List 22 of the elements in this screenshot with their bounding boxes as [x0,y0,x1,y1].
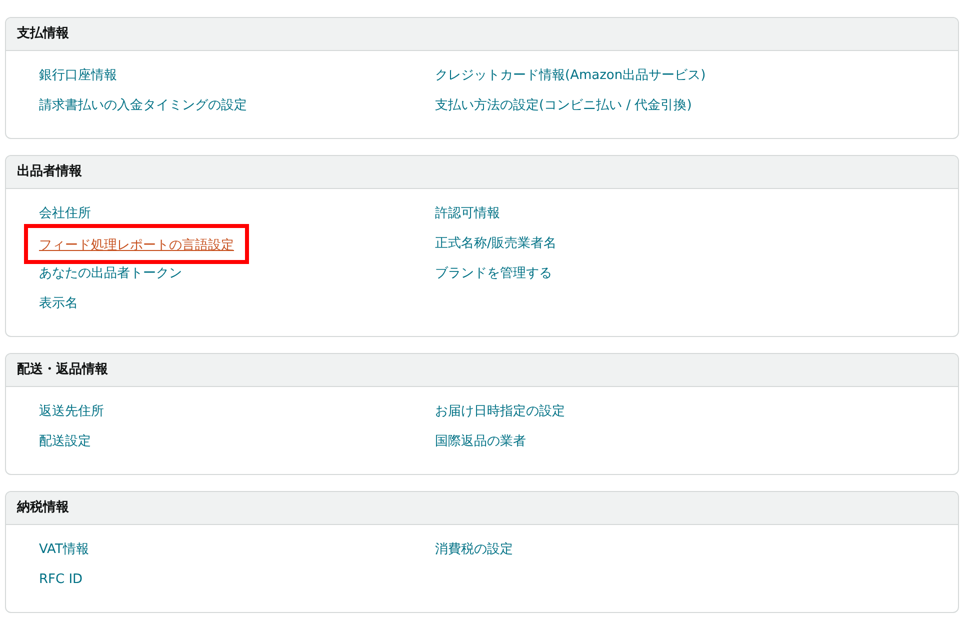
settings-link[interactable]: 請求書払いの入金タイミングの設定 [39,96,247,116]
section-title: 納税情報 [17,499,69,518]
settings-link[interactable]: 表示名 [39,294,78,314]
settings-link[interactable]: フィード処理レポートの言語設定 [39,238,234,253]
settings-link[interactable]: ブランドを管理する [435,264,552,284]
settings-link[interactable]: 支払い方法の設定(コンビニ払い / 代金引換) [435,96,692,116]
settings-link[interactable]: 国際返品の業者 [435,432,526,452]
settings-link[interactable]: 正式名称/販売業者名 [435,234,556,254]
settings-link[interactable]: VAT情報 [39,540,89,560]
section-title: 出品者情報 [17,163,82,182]
settings-link[interactable]: 会社住所 [39,204,91,224]
settings-link[interactable]: RFC ID [39,570,83,590]
settings-link[interactable]: 配送設定 [39,432,91,452]
section-title: 配送・返品情報 [17,360,108,380]
settings-link[interactable]: 消費税の設定 [435,540,513,560]
settings-link[interactable]: 許認可情報 [435,204,500,224]
section-title: 支払情報 [17,25,69,44]
settings-link[interactable]: クレジットカード情報(Amazon出品サービス) [435,66,706,86]
settings-link[interactable]: あなたの出品者トークン [39,264,182,284]
settings-link[interactable]: 返送先住所 [39,402,104,422]
settings-link[interactable]: 銀行口座情報 [39,66,117,86]
settings-link[interactable]: お届け日時指定の設定 [435,402,565,422]
